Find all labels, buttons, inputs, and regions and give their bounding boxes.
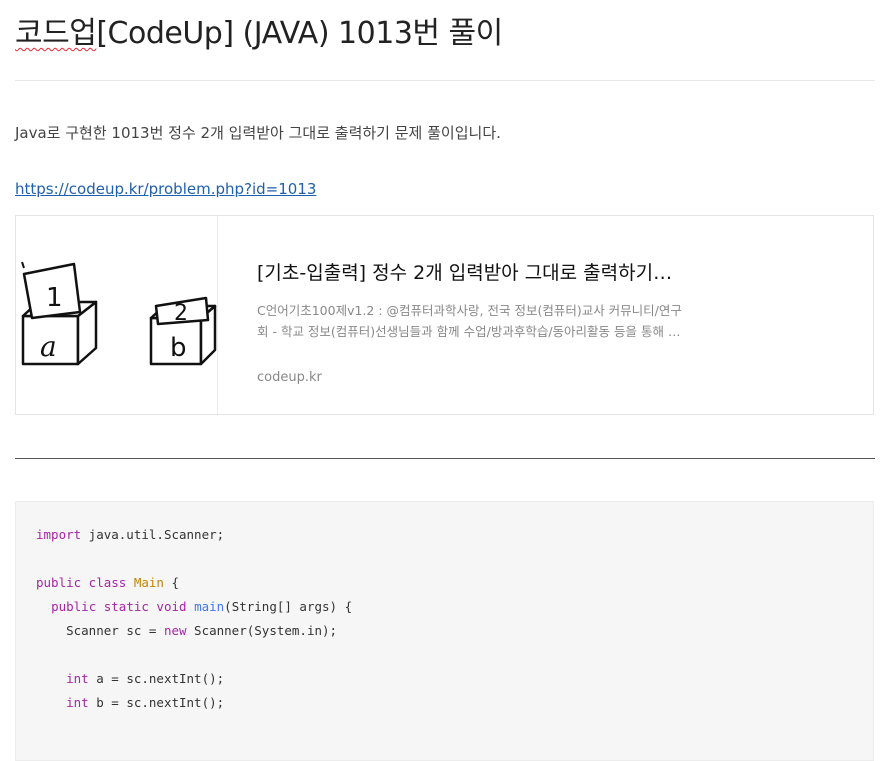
preview-description: C언어기초100제v1.2 : @컴퓨터과학사랑, 전국 정보(컴퓨터)교사 커… [257, 300, 727, 342]
post-title-korean: 코드업 [15, 16, 97, 51]
link-preview-card[interactable]: 1 a 2 b [기초-입출력] 정수 2개 입력받아 그대로 출력하기… C언… [15, 215, 874, 415]
code-block: import java.util.Scanner; public class M… [15, 501, 874, 761]
code-text-segment: Scanner sc = [66, 623, 164, 638]
code-keyword: int [66, 695, 89, 710]
note-1-text: 1 [46, 283, 63, 313]
code-class-name: Main [133, 575, 164, 590]
preview-description-line: 회 - 학교 정보(컴퓨터)선생님들과 함께 수업/방과후학습/동아리활동 등을… [257, 324, 681, 339]
problem-link[interactable]: https://codeup.kr/problem.php?id=1013 [15, 180, 316, 198]
preview-thumbnail: 1 a 2 b [16, 216, 218, 414]
post-title-rest: [CodeUp] (JAVA) 1013번 풀이 [96, 16, 503, 51]
preview-title: [기초-입출력] 정수 2개 입력받아 그대로 출력하기… [257, 262, 673, 284]
code-text-segment: a = sc.nextInt(); [88, 671, 225, 686]
code-keyword: public static void [51, 599, 187, 614]
box-a-label: a [40, 330, 57, 363]
page: 코드업[CodeUp] (JAVA) 1013번 풀이 Java로 구현한 10… [0, 0, 888, 761]
code-text-segment: { [163, 575, 180, 590]
code-keyword: public class [36, 575, 127, 590]
code-function-name: main [194, 599, 225, 614]
note-2-text: 2 [174, 301, 188, 326]
preview-description-line: C언어기초100제v1.2 : @컴퓨터과학사랑, 전국 정보(컴퓨터)교사 커… [257, 303, 682, 318]
code-text-segment: Scanner(System.in); [186, 623, 338, 638]
intro-paragraph: Java로 구현한 1013번 정수 2개 입력받아 그대로 출력하기 문제 풀… [15, 124, 501, 142]
box-b-label: b [170, 333, 187, 363]
code-text: import java.util.Scanner; public class M… [36, 523, 352, 715]
code-keyword: import [36, 527, 82, 542]
section-divider [15, 458, 875, 459]
post-title: 코드업[CodeUp] (JAVA) 1013번 풀이 [15, 12, 503, 56]
code-text-segment: (String[] args) { [224, 599, 353, 614]
preview-host: codeup.kr [257, 370, 322, 385]
boxes-illustration-icon: 1 a 2 b [21, 261, 217, 366]
code-keyword: int [66, 671, 89, 686]
code-text-segment: java.util.Scanner; [81, 527, 225, 542]
title-divider [15, 80, 875, 81]
code-keyword: new [163, 623, 187, 638]
code-text-segment: b = sc.nextInt(); [88, 695, 225, 710]
